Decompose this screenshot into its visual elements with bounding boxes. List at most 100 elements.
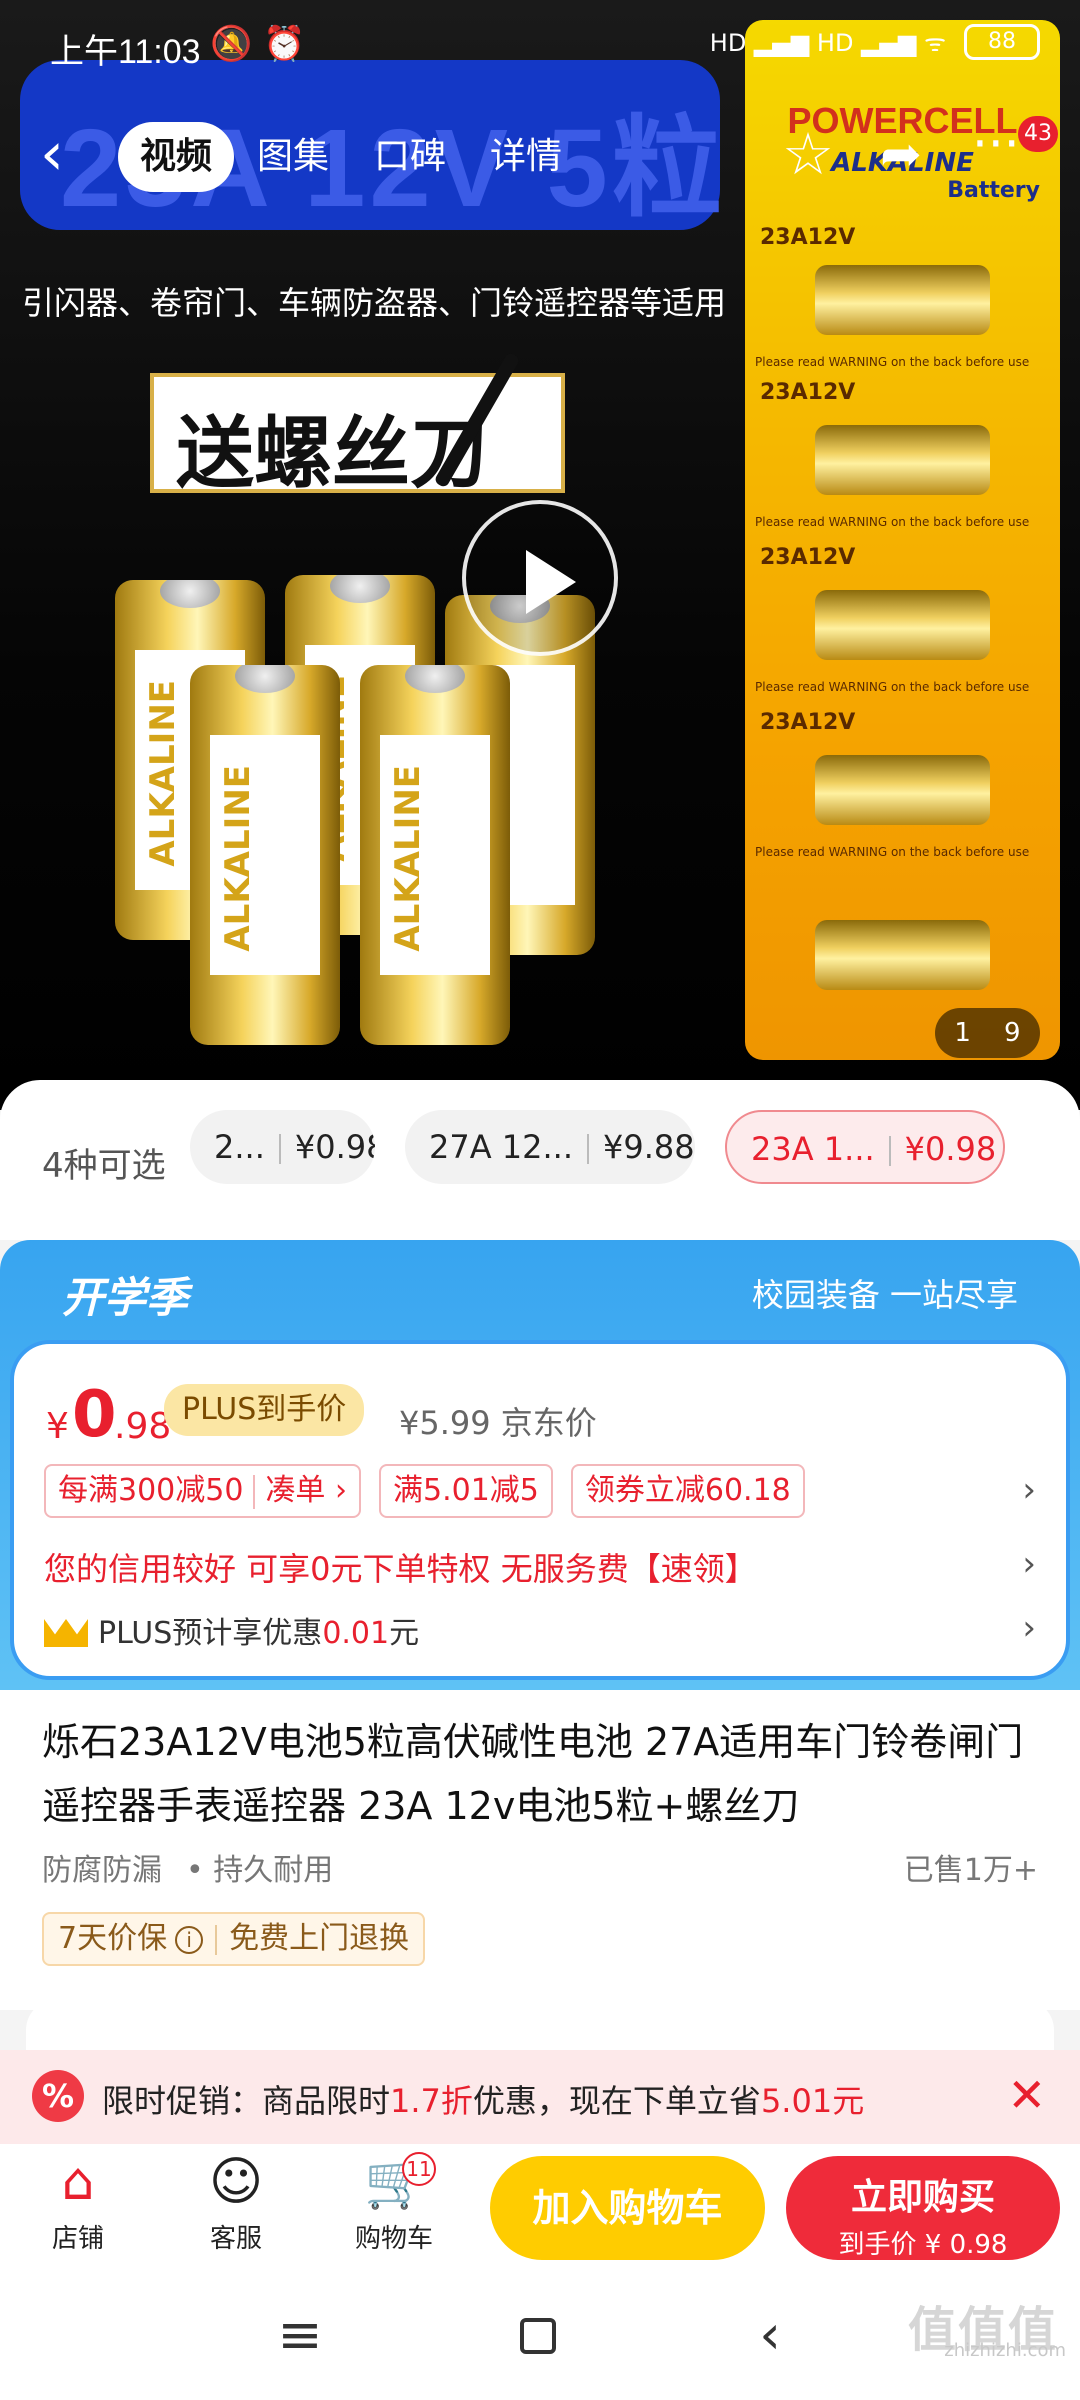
tab-details[interactable]: 详情 [468, 122, 584, 192]
price-card: ¥ 0 .98 PLUS到手价 ¥5.99 京东价 每满300减50 凑单 › 满… [10, 1340, 1070, 1680]
promo-section: 开学季 校园装备 一站尽享 ¥ 0 .98 PLUS到手价 ¥5.99 京东价 … [0, 1240, 1080, 1690]
product-info: 烁石23A12V电池5粒高伏碱性电池 27A适用车门铃卷闸门遥控器手表遥控器 2… [0, 1690, 1080, 2010]
status-alarm-icons: 🔕 ⏰ [210, 24, 306, 64]
pack-cell [815, 590, 990, 660]
price-integer: 0 [72, 1378, 117, 1452]
feature-tag: 防腐防漏 [42, 1853, 162, 1888]
pack-row-title: 23A12V [760, 710, 856, 735]
plus-amount: 0.01 [322, 1616, 390, 1651]
variant-price: ¥0.98 [294, 1128, 375, 1166]
flash-promo-text: 限时促销：商品限时1.7折优惠，现在下单立省5.01元 [102, 2082, 865, 2120]
share-icon[interactable]: ➦ [880, 124, 940, 184]
coupon-text: 满5.01减5 [392, 1473, 539, 1508]
chevron-right-icon[interactable]: › [1022, 1470, 1036, 1510]
buy-now-label: 立即购买 [850, 2177, 995, 2218]
pack-row-note: Please read WARNING on the back before u… [755, 355, 1030, 369]
variant-selector: 4种可选 2... ¥0.98 27A 12... ¥9.88 23A 1... ¥0… [0, 1080, 1080, 1240]
customer-service-button[interactable]: ☺ 客服 [186, 2154, 286, 2255]
variant-name: 2... [214, 1128, 265, 1166]
price-currency: ¥ [46, 1406, 69, 1447]
cart-label: 购物车 [354, 2224, 433, 2254]
product-title: 烁石23A12V电池5粒高伏碱性电池 27A适用车门铃卷闸门遥控器手表遥控器 2… [42, 1720, 1024, 1828]
coupon-text: 每满300减50 [58, 1473, 244, 1508]
coupon-tag[interactable]: 领券立减60.18 [570, 1464, 805, 1518]
status-time: 上午11:03 [50, 33, 201, 71]
pack-cell [815, 920, 990, 990]
variant-name: 27A 12... [429, 1128, 574, 1166]
buy-now-price: 到手价 ¥ 0.98 [838, 2230, 1008, 2260]
battery-image: ALKALINE [190, 665, 340, 1045]
variant-price: ¥9.88 [603, 1128, 695, 1166]
menu-icon[interactable]: ≡ [265, 2300, 335, 2370]
plus-price-tag: PLUS到手价 [164, 1384, 365, 1436]
chevron-right-icon[interactable]: › [1022, 1608, 1036, 1648]
status-right: HD ▂▄▆ HD ▂▄▆ ᯤ 88 [710, 24, 1040, 60]
gallery-counter: 1 9 [935, 1008, 1040, 1058]
message-badge: 43 [1018, 116, 1058, 152]
product-page: 23A 12V 5粒 引闪器、卷帘门、车辆防盗器、门铃遥控器等适用 送螺丝刀 A… [0, 0, 1080, 2400]
status-bar: 上午11:03 🔕 ⏰ HD ▂▄▆ HD ▂▄▆ ᯤ 88 [0, 0, 1080, 90]
store-button[interactable]: ⌂ 店铺 [28, 2154, 128, 2255]
pack-row-title: 23A12V [760, 545, 856, 570]
jd-price: ¥5.99 京东价 [399, 1404, 597, 1442]
cart-button[interactable]: 🛒 11 购物车 [344, 2152, 444, 2255]
coupon-tag[interactable]: 每满300减50 凑单 › [44, 1464, 361, 1518]
play-video-button[interactable] [462, 500, 618, 656]
discount-icon: % [32, 2070, 84, 2122]
star-icon[interactable]: ☆ [782, 124, 842, 184]
chevron-left-icon[interactable]: ‹ [40, 124, 100, 186]
plus-discount-row[interactable]: PLUS预计享优惠0.01元 [44, 1608, 419, 1652]
top-nav: ‹ 视频 图集 口碑 详情 ☆ ➦ ··· 43 [0, 110, 1080, 200]
variant-chip[interactable]: 2... ¥0.98 [190, 1110, 375, 1184]
watermark-text: zhizhizhi.com [944, 2340, 1066, 2361]
coupon-tag[interactable]: 满5.01减5 [378, 1464, 553, 1518]
store-label: 店铺 [51, 2224, 104, 2254]
price-protect-label: 7天价保 [58, 1921, 168, 1956]
hero-apply-text: 引闪器、卷帘门、车辆防盗器、门铃遥控器等适用 [22, 284, 727, 322]
store-icon: ⌂ [61, 2152, 95, 2212]
variant-count: 4种可选 [42, 1146, 166, 1186]
info-icon[interactable]: i [175, 1925, 204, 1954]
back-icon[interactable]: ‹ [735, 2300, 805, 2370]
flash-promo-banner[interactable]: % 限时促销：商品限时1.7折优惠，现在下单立省5.01元 ✕ [0, 2050, 1080, 2144]
tab-reviews[interactable]: 口碑 [352, 122, 468, 192]
tab-gallery[interactable]: 图集 [235, 122, 351, 192]
bottom-action-bar: ⌂ 店铺 ☺ 客服 🛒 11 购物车 加入购物车 立即购买 到手价 ¥ 0.98 [0, 2144, 1080, 2270]
service-label: 客服 [209, 2224, 262, 2254]
price-decimal: .98 [114, 1406, 172, 1447]
return-service-label: 免费上门退换 [229, 1921, 410, 1956]
close-icon[interactable]: ✕ [1007, 2068, 1046, 2122]
pack-cell [815, 755, 990, 825]
variant-chip-selected[interactable]: 23A 1... ¥0.98 [725, 1110, 1005, 1184]
battery-image: ALKALINE [360, 665, 510, 1045]
hero-gift-label: 送螺丝刀 [150, 373, 565, 499]
coupon-extra[interactable]: 凑单 › [265, 1473, 347, 1508]
variant-name: 23A 1... [751, 1130, 875, 1168]
gallery-counter-current: 1 [954, 1018, 971, 1048]
tab-video[interactable]: 视频 [118, 122, 235, 192]
gallery-counter-total: 9 [1004, 1018, 1021, 1048]
pack-cell [815, 265, 990, 335]
add-to-cart-button[interactable]: 加入购物车 [490, 2156, 765, 2260]
credit-offer[interactable]: 您的信用较好 可享0元下单特权 无服务费【速领】 [44, 1544, 757, 1590]
guarantee-badge[interactable]: 7天价保 i 免费上门退换 [42, 1912, 426, 1966]
coupon-text: 领券立减60.18 [584, 1473, 791, 1508]
home-icon[interactable] [520, 2318, 556, 2354]
buy-now-button[interactable]: 立即购买 到手价 ¥ 0.98 [786, 2156, 1060, 2260]
plus-suffix: 元 [389, 1616, 420, 1651]
crown-icon [44, 1613, 88, 1647]
signal-icon: HD ▂▄▆ HD ▂▄▆ ᯤ [709, 28, 946, 57]
pack-row-note: Please read WARNING on the back before u… [755, 515, 1030, 529]
coupon-row[interactable]: 每满300减50 凑单 › 满5.01减5 领券立减60.18 [44, 1464, 805, 1518]
feature-tag: • 持久耐用 [186, 1853, 334, 1888]
promo-slogan: 校园装备 一站尽享 [751, 1276, 1018, 1314]
cart-badge: 11 [402, 2152, 436, 2186]
variant-chip[interactable]: 27A 12... ¥9.88 [405, 1110, 695, 1184]
pack-row-title: 23A12V [760, 225, 856, 250]
pack-row-note: Please read WARNING on the back before u… [755, 845, 1030, 859]
pack-row-note: Please read WARNING on the back before u… [755, 680, 1030, 694]
chevron-right-icon[interactable]: › [1022, 1544, 1036, 1584]
pack-row-title: 23A12V [760, 380, 856, 405]
battery-icon: 88 [964, 24, 1040, 60]
plus-prefix: PLUS预计享优惠 [98, 1616, 323, 1651]
